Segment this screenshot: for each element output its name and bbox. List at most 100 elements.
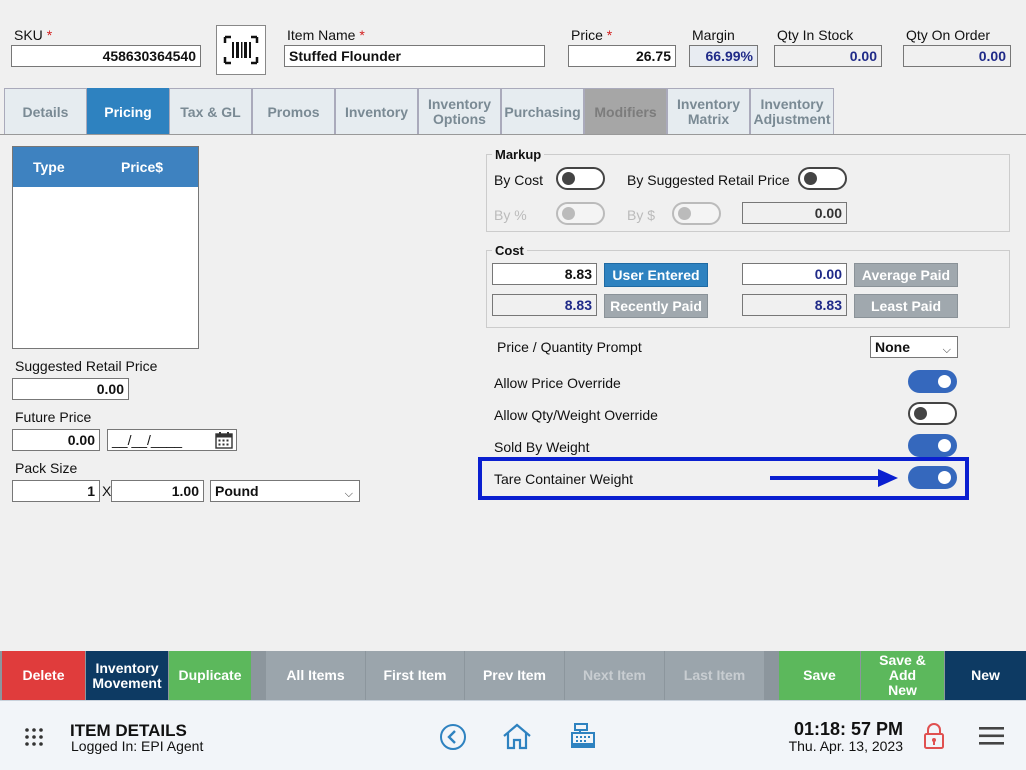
tab-modifiers[interactable]: Modifiers	[584, 88, 667, 135]
by-cost-label: By Cost	[494, 172, 544, 188]
next-item-button[interactable]: Next Item	[565, 651, 664, 700]
pack-size-label: Pack Size	[15, 460, 78, 476]
price-qty-prompt-select[interactable]: None ⌵	[870, 336, 958, 358]
toggle-knob	[804, 172, 817, 185]
first-item-button[interactable]: First Item	[366, 651, 464, 700]
allow-qty-weight-override-label: Allow Qty/Weight Override	[494, 407, 658, 423]
recently-paid-value: 8.83	[492, 294, 597, 316]
toggle-knob	[938, 375, 951, 388]
sku-input[interactable]: 458630364540	[11, 45, 201, 67]
recently-paid-button[interactable]: Recently Paid	[604, 294, 708, 318]
by-srp-label: By Suggested Retail Price	[627, 172, 790, 188]
clock-date: Thu. Apr. 13, 2023	[788, 738, 903, 754]
clock-time: 01:18: 57 PM	[793, 719, 903, 739]
toggle-knob	[678, 207, 691, 220]
pack-amount-input[interactable]: 1.00	[111, 480, 204, 502]
price-table-header: Type Price$	[13, 147, 198, 187]
last-item-button[interactable]: Last Item	[665, 651, 764, 700]
suggested-retail-input[interactable]: 0.00	[12, 378, 129, 400]
back-circle-icon[interactable]	[439, 723, 467, 751]
tab-tax-gl[interactable]: Tax & GL	[169, 88, 252, 135]
tab-pricing[interactable]: Pricing	[87, 88, 169, 135]
allow-price-override-label: Allow Price Override	[494, 375, 621, 391]
markup-title: Markup	[492, 147, 545, 162]
allow-price-override-toggle[interactable]	[908, 370, 957, 393]
save-add-new-button[interactable]: Save & Add New	[861, 651, 944, 700]
tab-promos[interactable]: Promos	[252, 88, 335, 135]
inventory-movement-button[interactable]: Inventory Movement	[86, 651, 168, 700]
toggle-knob	[562, 207, 575, 220]
by-srp-toggle[interactable]	[798, 167, 847, 190]
margin-label: Margin	[692, 27, 735, 43]
price-type-table[interactable]: Type Price$	[12, 146, 199, 349]
pack-unit-value: Pound	[215, 483, 259, 499]
tab-inventory-matrix[interactable]: Inventory Matrix	[667, 88, 750, 135]
lock-icon[interactable]	[923, 722, 945, 750]
by-cost-toggle[interactable]	[556, 167, 605, 190]
item-name-input[interactable]: Stuffed Flounder	[284, 45, 545, 67]
footer: ITEM DETAILS Logged In: EPI Agent 01:18:…	[0, 700, 1026, 770]
by-dollar-toggle[interactable]	[672, 202, 721, 225]
prev-item-button[interactable]: Prev Item	[465, 651, 564, 700]
tab-inventory-adjustment[interactable]: Inventory Adjustment	[750, 88, 834, 135]
pack-unit-select[interactable]: Pound ⌵	[210, 480, 360, 502]
future-price-label: Future Price	[15, 409, 92, 425]
user-entered-cost-input[interactable]: 8.83	[492, 263, 597, 285]
sold-by-weight-toggle[interactable]	[908, 434, 957, 457]
toggle-knob	[562, 172, 575, 185]
chevron-down-icon: ⌵	[942, 344, 951, 356]
home-icon[interactable]	[502, 722, 532, 750]
barcode-icon	[223, 35, 259, 65]
pack-qty-input[interactable]: 1	[12, 480, 100, 502]
tare-container-weight-toggle[interactable]	[908, 466, 957, 489]
logged-in-text: Logged In: EPI Agent	[71, 738, 204, 754]
future-price-input[interactable]: 0.00	[12, 429, 100, 451]
qty-on-order-label: Qty On Order	[906, 27, 991, 43]
qty-in-stock-label: Qty In Stock	[777, 27, 854, 43]
new-button[interactable]: New	[945, 651, 1026, 700]
allow-qty-weight-override-toggle[interactable]	[908, 402, 957, 425]
tab-inventory-options[interactable]: Inventory Options	[418, 88, 501, 135]
least-paid-button[interactable]: Least Paid	[854, 294, 958, 318]
toggle-knob	[938, 471, 951, 484]
cost-title: Cost	[492, 243, 527, 258]
qty-on-order-value: 0.00	[903, 45, 1011, 67]
by-percent-label: By %	[494, 207, 527, 223]
col-type: Type	[33, 159, 65, 175]
hamburger-menu-icon[interactable]	[979, 726, 1004, 746]
price-qty-prompt-label: Price / Quantity Prompt	[497, 339, 642, 355]
sold-by-weight-label: Sold By Weight	[494, 439, 590, 455]
by-dollar-label: By $	[627, 207, 656, 223]
average-paid-value: 0.00	[742, 263, 847, 285]
markup-value-input[interactable]: 0.00	[742, 202, 847, 224]
user-entered-button[interactable]: User Entered	[604, 263, 708, 287]
cash-register-icon[interactable]	[569, 722, 597, 750]
arrow-right-icon	[770, 469, 898, 487]
calendar-icon[interactable]	[215, 432, 233, 449]
suggested-retail-label: Suggested Retail Price	[15, 358, 158, 374]
price-qty-prompt-value: None	[875, 339, 910, 355]
price-input[interactable]: 26.75	[568, 45, 676, 67]
tab-purchasing[interactable]: Purchasing	[501, 88, 584, 135]
sku-label: SKU *	[14, 27, 53, 43]
apps-grid-icon[interactable]	[24, 727, 44, 747]
col-price: Price$	[121, 159, 164, 175]
pack-x-label: X	[102, 483, 112, 499]
toggle-knob	[914, 407, 927, 420]
chevron-down-icon: ⌵	[344, 488, 353, 500]
item-name-label: Item Name *	[287, 27, 365, 43]
all-items-button[interactable]: All Items	[266, 651, 365, 700]
price-label: Price *	[571, 27, 613, 43]
tare-container-weight-label: Tare Container Weight	[494, 471, 634, 487]
save-button[interactable]: Save	[779, 651, 860, 700]
barcode-scan-button[interactable]	[216, 25, 266, 75]
least-paid-value: 8.83	[742, 294, 847, 316]
duplicate-button[interactable]: Duplicate	[169, 651, 251, 700]
average-paid-button[interactable]: Average Paid	[854, 263, 958, 287]
future-date-input[interactable]: __/__/____	[107, 429, 237, 451]
by-percent-toggle[interactable]	[556, 202, 605, 225]
tab-details[interactable]: Details	[4, 88, 87, 135]
delete-button[interactable]: Delete	[2, 651, 85, 700]
margin-value: 66.99%	[689, 45, 758, 67]
tab-inventory[interactable]: Inventory	[335, 88, 418, 135]
